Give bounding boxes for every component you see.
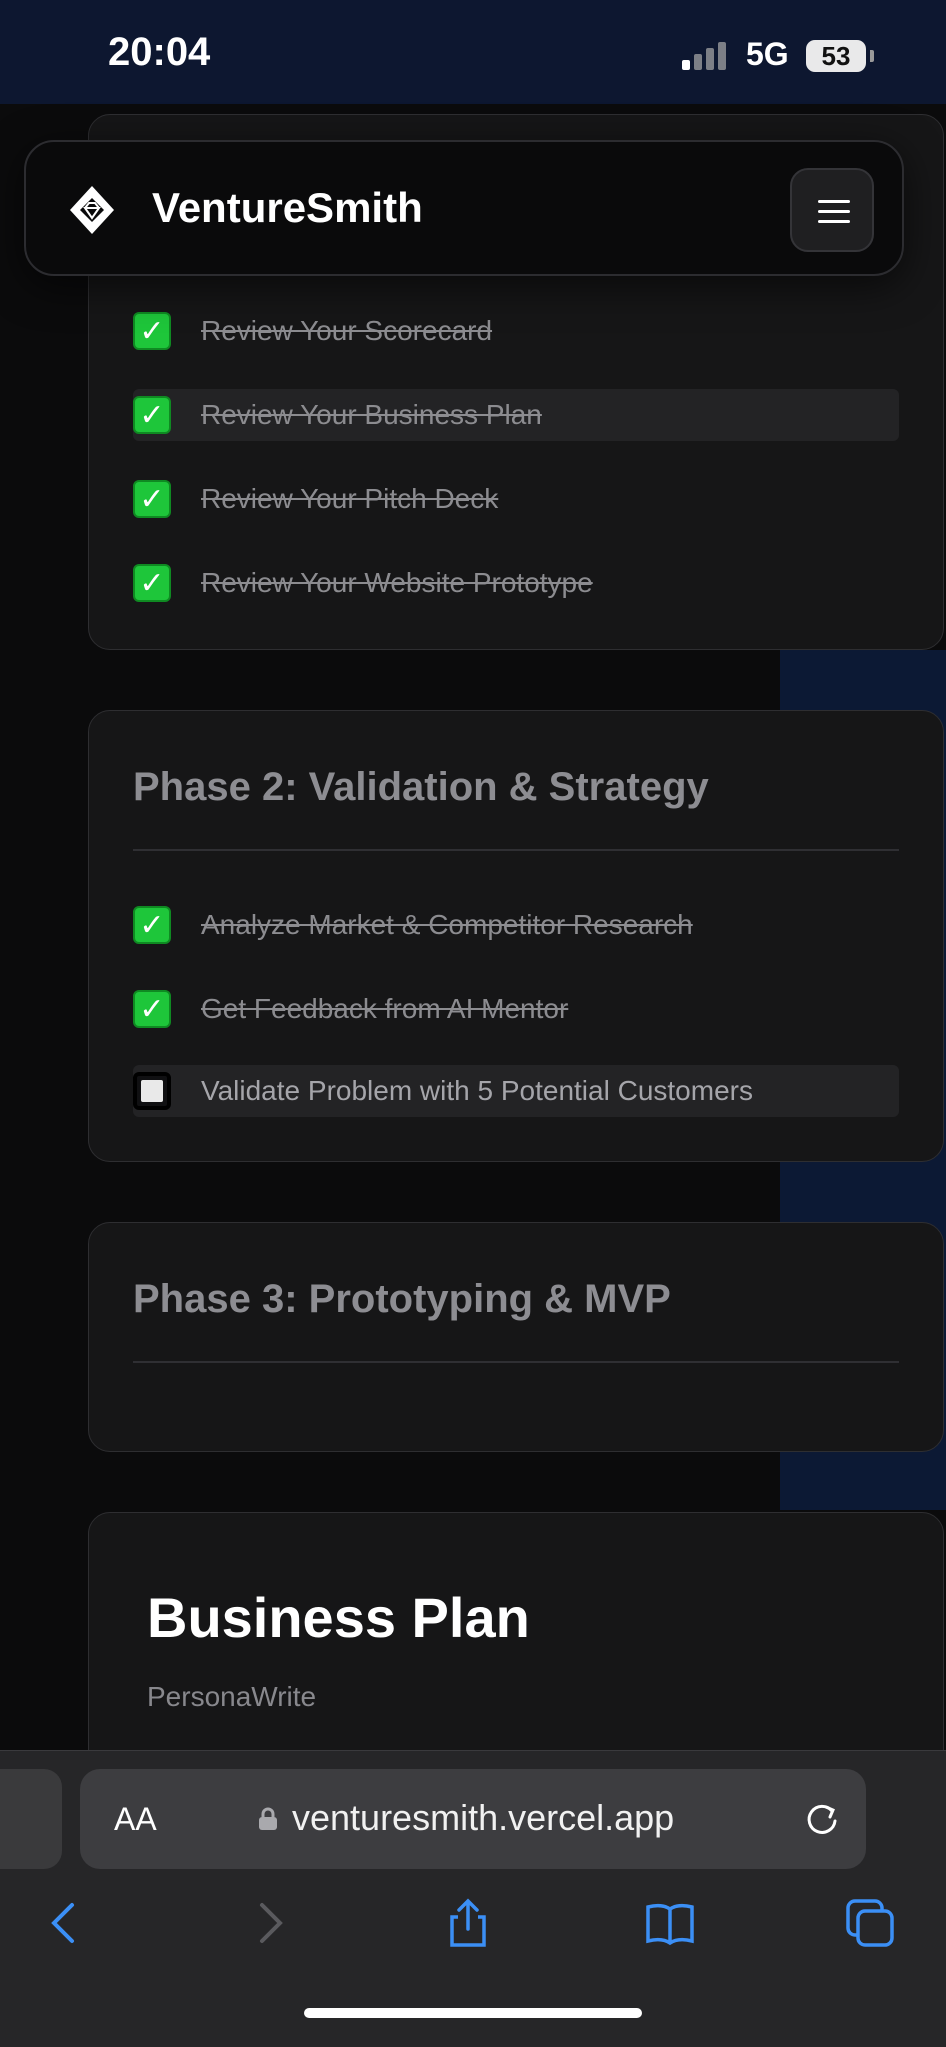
task-item[interactable]: ✓ Get Feedback from AI Mentor <box>133 983 899 1035</box>
business-plan-title: Business Plan <box>147 1586 530 1649</box>
checked-box-icon[interactable]: ✓ <box>133 396 171 434</box>
bookmarks-icon[interactable] <box>644 1897 696 1949</box>
browser-toolbar: AA venturesmith.vercel.app <box>0 1750 946 2047</box>
brand-name[interactable]: VentureSmith <box>152 184 423 232</box>
task-label: Review Your Pitch Deck <box>201 483 499 514</box>
battery-icon: 53 <box>806 40 866 72</box>
checked-box-icon[interactable]: ✓ <box>133 312 171 350</box>
phase-title: Phase 3: Prototyping & MVP <box>133 1277 671 1321</box>
divider <box>133 1361 899 1363</box>
task-item[interactable]: Validate Problem with 5 Potential Custom… <box>133 1065 899 1117</box>
status-bar: 20:04 5G 53 <box>0 0 946 104</box>
task-label: Validate Problem with 5 Potential Custom… <box>201 1075 753 1106</box>
task-label: Analyze Market & Competitor Research <box>201 909 693 940</box>
url-text[interactable]: venturesmith.vercel.app <box>292 1797 674 1839</box>
task-item[interactable]: ✓ Review Your Website Prototype <box>133 557 899 609</box>
tabs-icon[interactable] <box>844 1897 896 1949</box>
address-bar[interactable]: AA venturesmith.vercel.app <box>80 1769 866 1869</box>
checked-box-icon[interactable]: ✓ <box>133 480 171 518</box>
lock-icon <box>259 1807 277 1830</box>
network-label: 5G <box>746 36 789 72</box>
unchecked-box-icon[interactable] <box>133 1072 171 1110</box>
status-time: 20:04 <box>108 30 211 74</box>
task-item[interactable]: ✓ Review Your Business Plan <box>133 389 899 441</box>
signal-icon <box>682 40 732 70</box>
battery-tip <box>870 50 874 62</box>
task-label: Review Your Business Plan <box>201 399 542 430</box>
checked-box-icon[interactable]: ✓ <box>133 990 171 1028</box>
checked-box-icon[interactable]: ✓ <box>133 564 171 602</box>
phase-2-card: Phase 2: Validation & Strategy ✓ Analyze… <box>88 710 944 1162</box>
text-size-button[interactable]: AA <box>114 1801 157 1838</box>
hamburger-menu-icon <box>818 200 850 203</box>
previous-tab-preview[interactable] <box>0 1769 62 1869</box>
forward-icon[interactable] <box>244 1897 296 1949</box>
phase-3-card: Phase 3: Prototyping & MVP <box>88 1222 944 1452</box>
task-item[interactable]: ✓ Review Your Pitch Deck <box>133 473 899 525</box>
task-label: Review Your Website Prototype <box>201 567 593 598</box>
phase-title: Phase 2: Validation & Strategy <box>133 765 709 809</box>
top-navbar: VentureSmith <box>24 140 904 276</box>
task-label: Get Feedback from AI Mentor <box>201 993 569 1024</box>
task-label: Review Your Scorecard <box>201 315 493 346</box>
home-indicator <box>304 2008 642 2018</box>
diamond-logo-icon[interactable] <box>66 184 118 236</box>
divider <box>133 849 899 851</box>
business-plan-subtitle: PersonaWrite <box>147 1681 317 1712</box>
reload-icon[interactable] <box>802 1799 842 1839</box>
task-item[interactable]: ✓ Analyze Market & Competitor Research <box>133 899 899 951</box>
share-icon[interactable] <box>442 1897 494 1949</box>
task-item[interactable]: ✓ Review Your Scorecard <box>133 305 899 357</box>
back-icon[interactable] <box>38 1897 90 1949</box>
menu-button[interactable] <box>790 168 874 252</box>
checked-box-icon[interactable]: ✓ <box>133 906 171 944</box>
